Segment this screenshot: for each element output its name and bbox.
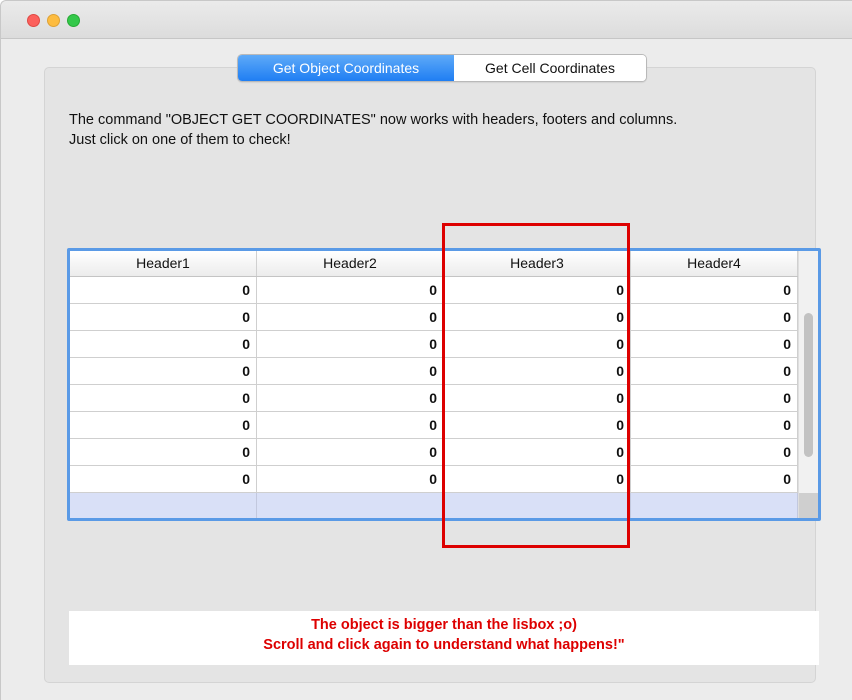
info-message: The object is bigger than the lisbox ;o)…: [69, 611, 819, 665]
footer-cell-2[interactable]: [257, 493, 444, 518]
table-row[interactable]: 0 0 0 0: [70, 304, 798, 331]
table-cell[interactable]: 0: [444, 385, 631, 411]
column-header-1[interactable]: Header1: [70, 251, 257, 276]
minimize-window-button[interactable]: [47, 14, 60, 27]
vertical-scrollbar[interactable]: [798, 251, 818, 518]
message-line-2: Scroll and click again to understand wha…: [263, 637, 625, 653]
table-row[interactable]: 0 0 0 0: [70, 331, 798, 358]
tab-get-cell-coordinates[interactable]: Get Cell Coordinates: [454, 55, 646, 81]
table-row[interactable]: 0 0 0 0: [70, 439, 798, 466]
zoom-window-button[interactable]: [67, 14, 80, 27]
table-cell[interactable]: 0: [444, 439, 631, 465]
table-row[interactable]: 0 0 0 0: [70, 466, 798, 493]
table-cell[interactable]: 0: [257, 466, 444, 492]
table-cell[interactable]: 0: [631, 466, 798, 492]
description-line-1: The command "OBJECT GET COORDINATES" now…: [69, 112, 678, 128]
table-cell[interactable]: 0: [70, 358, 257, 384]
table-cell[interactable]: 0: [70, 439, 257, 465]
table-cell[interactable]: 0: [70, 412, 257, 438]
footer-cell-4[interactable]: [631, 493, 798, 518]
table-cell[interactable]: 0: [257, 331, 444, 357]
close-window-button[interactable]: [27, 14, 40, 27]
column-header-4[interactable]: Header4: [631, 251, 798, 276]
table-cell[interactable]: 0: [444, 277, 631, 303]
app-window: Get Object Coordinates Get Cell Coordina…: [0, 0, 852, 700]
table-cell[interactable]: 0: [631, 277, 798, 303]
table-cell[interactable]: 0: [257, 439, 444, 465]
table-cell[interactable]: 0: [70, 304, 257, 330]
table-cell[interactable]: 0: [444, 304, 631, 330]
footer-cell-3[interactable]: [444, 493, 631, 518]
table-cell[interactable]: 0: [444, 466, 631, 492]
scrollbar-footer-corner: [799, 493, 818, 518]
table-row[interactable]: 0 0 0 0: [70, 385, 798, 412]
table-row[interactable]: 0 0 0 0: [70, 412, 798, 439]
listbox-body: 0 0 0 0 0 0 0 0 0 0 0 0 0 0 0 0 0 0 0 0 …: [70, 277, 798, 493]
table-cell[interactable]: 0: [631, 304, 798, 330]
table-cell[interactable]: 0: [444, 358, 631, 384]
table-cell[interactable]: 0: [70, 466, 257, 492]
description-text: The command "OBJECT GET COORDINATES" now…: [69, 110, 819, 150]
listbox-header: Header1 Header2 Header3 Header4: [70, 251, 818, 277]
column-header-3[interactable]: Header3: [444, 251, 631, 276]
table-cell[interactable]: 0: [257, 358, 444, 384]
table-cell[interactable]: 0: [257, 304, 444, 330]
table-cell[interactable]: 0: [257, 277, 444, 303]
table-cell[interactable]: 0: [631, 385, 798, 411]
table-cell[interactable]: 0: [444, 412, 631, 438]
table-cell[interactable]: 0: [444, 331, 631, 357]
listbox-footer[interactable]: [70, 493, 798, 518]
description-line-2: Just click on one of them to check!: [69, 132, 291, 148]
column-header-2[interactable]: Header2: [257, 251, 444, 276]
table-cell[interactable]: 0: [70, 277, 257, 303]
table-row[interactable]: 0 0 0 0: [70, 277, 798, 304]
table-cell[interactable]: 0: [631, 358, 798, 384]
tab-get-object-coordinates[interactable]: Get Object Coordinates: [238, 55, 454, 81]
table-cell[interactable]: 0: [257, 412, 444, 438]
table-cell[interactable]: 0: [631, 331, 798, 357]
table-cell[interactable]: 0: [631, 412, 798, 438]
table-cell[interactable]: 0: [70, 385, 257, 411]
table-cell[interactable]: 0: [257, 385, 444, 411]
footer-cell-1[interactable]: [70, 493, 257, 518]
message-line-1: The object is bigger than the lisbox ;o): [311, 617, 577, 633]
table-cell[interactable]: 0: [70, 331, 257, 357]
scrollbar-thumb[interactable]: [804, 313, 813, 457]
title-bar[interactable]: [1, 1, 852, 39]
tab-control: Get Object Coordinates Get Cell Coordina…: [237, 54, 647, 82]
table-cell[interactable]: 0: [631, 439, 798, 465]
table-row[interactable]: 0 0 0 0: [70, 358, 798, 385]
listbox[interactable]: Header1 Header2 Header3 Header4 0 0 0 0 …: [67, 248, 821, 521]
